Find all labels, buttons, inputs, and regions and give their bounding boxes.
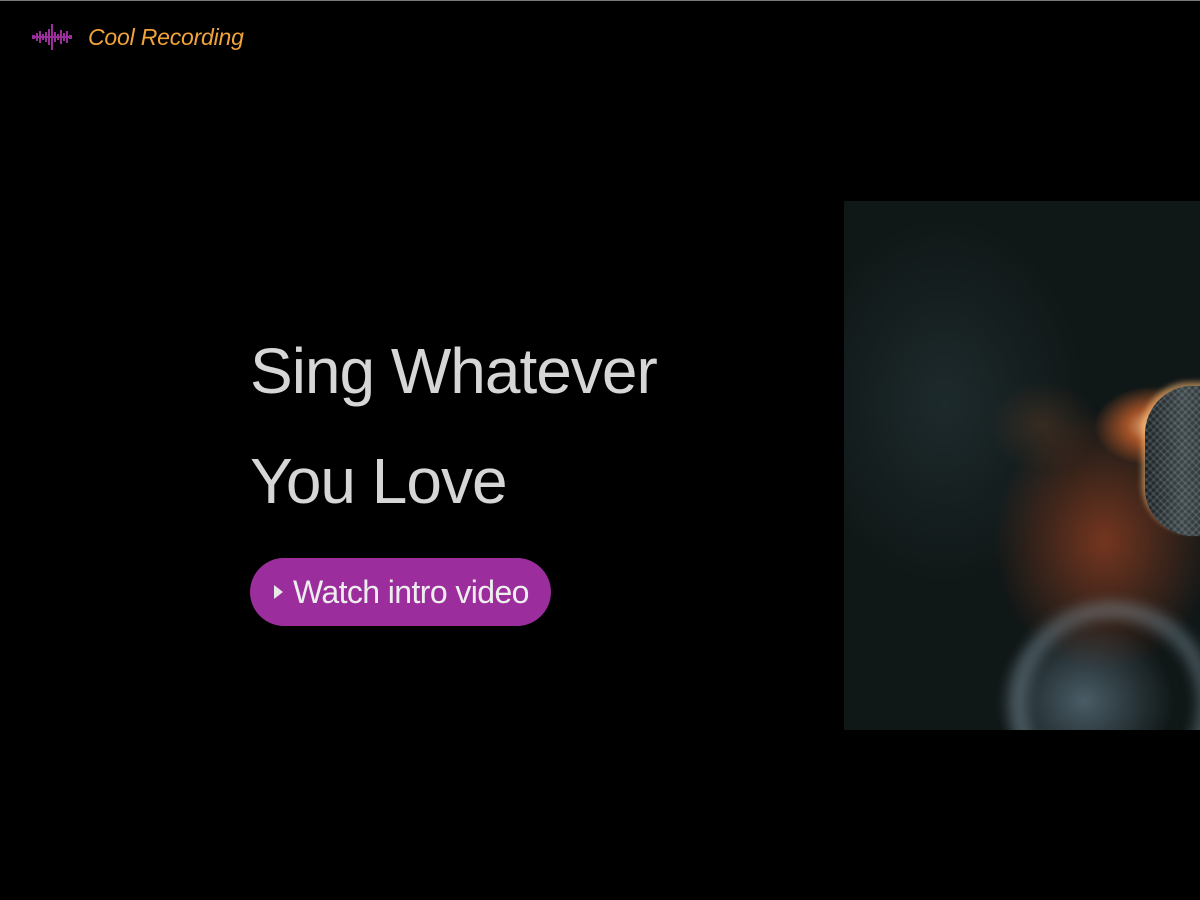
waveform-icon [32,24,72,50]
top-border [0,0,1200,1]
brand-name: Cool Recording [88,23,244,50]
hero-title-line-2: You Love [250,445,508,517]
hero-title-line-1: Sing Whatever [250,335,658,407]
blurred-stand [1009,601,1200,730]
watch-intro-video-button[interactable]: Watch intro video [250,558,551,626]
hero-title: Sing Whatever You Love [250,316,810,536]
hero-microphone-photo [844,201,1200,730]
microphone-head [1145,386,1200,536]
hero-section: Sing Whatever You Love [250,330,810,536]
play-icon [274,585,283,599]
watch-intro-video-label: Watch intro video [293,573,529,610]
brand-logo-link[interactable]: Cool Recording [32,20,244,54]
